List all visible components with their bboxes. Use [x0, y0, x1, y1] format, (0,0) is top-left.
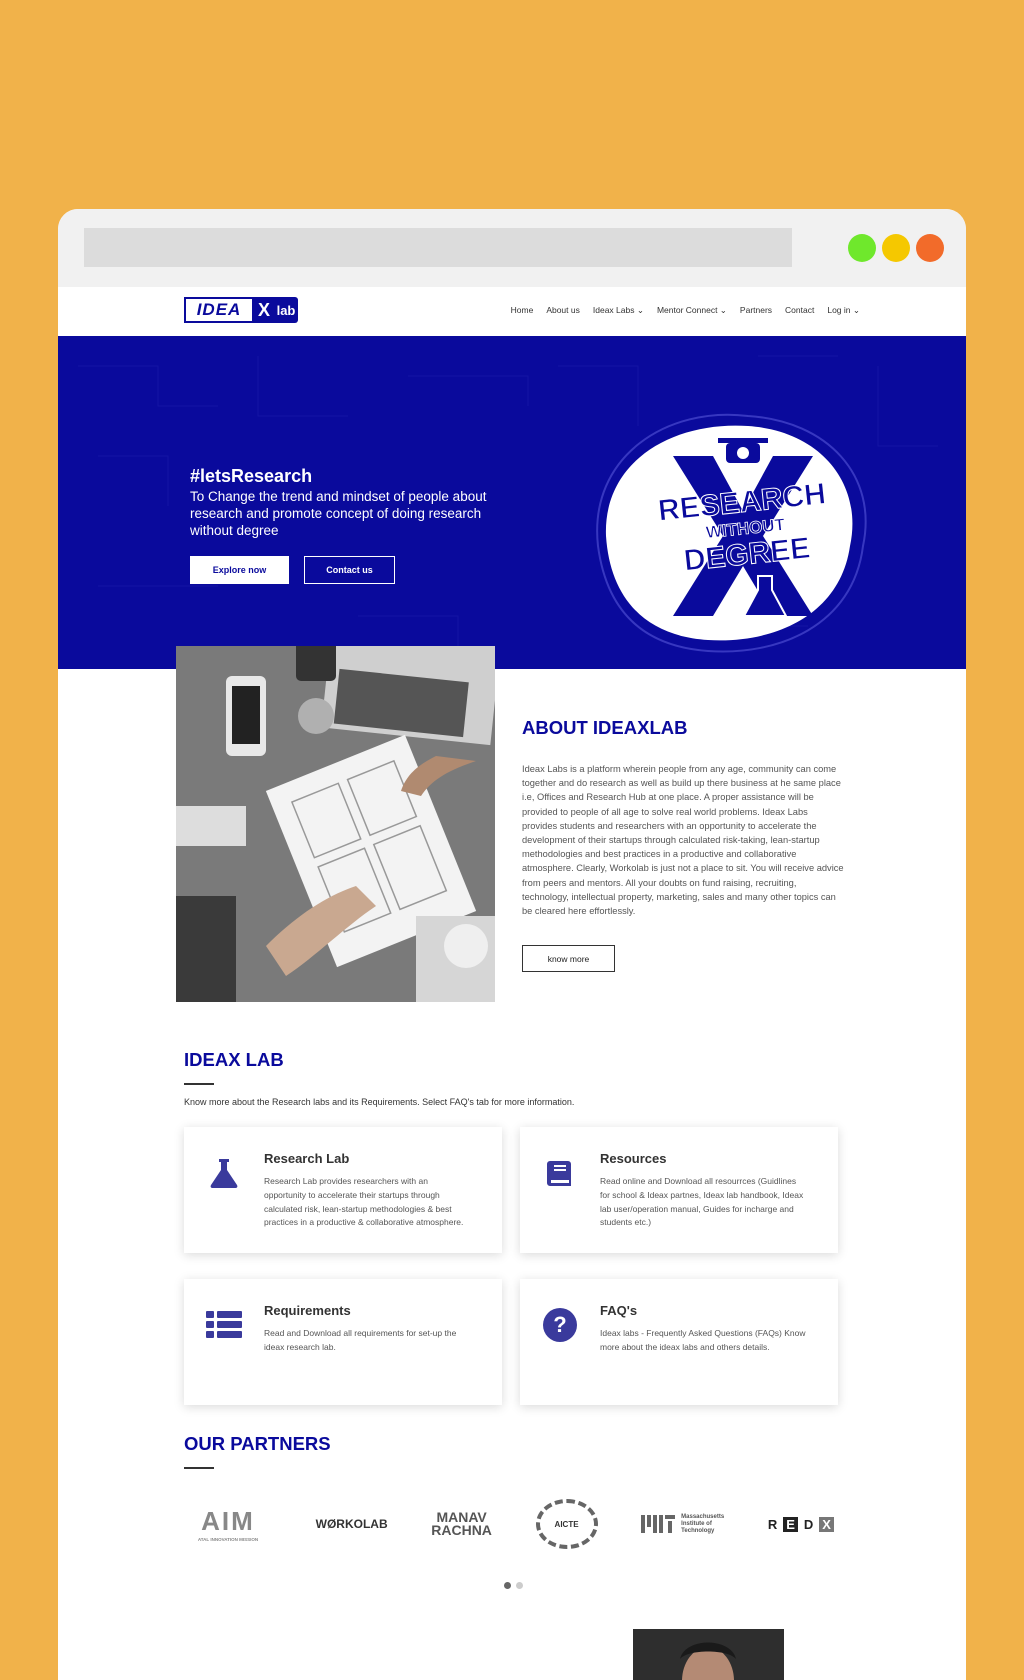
partner-aim-logo[interactable]: AIM ATAL INNOVATION MISSION — [184, 1506, 272, 1542]
card-resources[interactable]: Resources Read online and Download all r… — [520, 1127, 838, 1253]
list-icon — [206, 1311, 242, 1338]
site-navbar: IDEA X lab Home About us Ideax Labs ⌄ Me… — [58, 287, 966, 336]
ideax-lab-title: IDEAX LAB — [184, 1049, 284, 1070]
question-icon: ? — [543, 1308, 577, 1342]
partner-redx-logo[interactable]: R E D X — [768, 1516, 834, 1532]
mentor-photo — [633, 1629, 784, 1680]
partner-manav-rachna-logo[interactable]: MANAV RACHNA — [431, 1510, 492, 1537]
card-description: Read and Download all requirements for s… — [264, 1328, 457, 1352]
nav-home[interactable]: Home — [511, 305, 534, 316]
card-description: Ideax labs - Frequently Asked Questions … — [600, 1328, 806, 1352]
svg-text:?: ? — [553, 1312, 566, 1337]
nav-mentor-connect[interactable]: Mentor Connect ⌄ — [657, 305, 727, 316]
hero-banner: #letsResearch To Change the trend and mi… — [58, 336, 966, 669]
logo-lab: lab — [274, 297, 298, 323]
mit-mark-icon — [641, 1515, 676, 1533]
about-text: Ideax Labs is a platform wherein people … — [522, 764, 844, 917]
desk-photo-illustration — [176, 646, 495, 1002]
card-requirements[interactable]: Requirements Read and Download all requi… — [184, 1279, 502, 1405]
partners-divider — [184, 1467, 214, 1469]
nav-partners[interactable]: Partners — [740, 305, 772, 316]
research-badge: RESEARCH WITHOUT DEGREE — [596, 413, 867, 653]
about-title: ABOUT IDEAXLAB — [522, 717, 688, 738]
browser-chrome — [58, 209, 966, 287]
hero-hashtag: #letsResearch — [190, 466, 313, 486]
carousel-dot-active[interactable] — [504, 1582, 511, 1589]
nav-ideax-labs[interactable]: Ideax Labs ⌄ — [593, 305, 644, 316]
card-title: Research Lab — [264, 1151, 350, 1166]
explore-now-button[interactable]: Explore now — [190, 556, 289, 584]
nav-menu: Home About us Ideax Labs ⌄ Mentor Connec… — [511, 305, 860, 316]
card-title: Resources — [600, 1151, 667, 1166]
about-photo — [176, 646, 495, 1002]
ideax-logo[interactable]: IDEA X lab — [184, 297, 298, 323]
ideax-lab-description: Know more about the Research labs and it… — [184, 1097, 575, 1107]
flask-icon — [210, 1159, 238, 1188]
card-research-lab[interactable]: Research Lab Research Lab provides resea… — [184, 1127, 502, 1253]
card-title: FAQ's — [600, 1303, 638, 1318]
card-faqs[interactable]: ? FAQ's Ideax labs - Frequently Asked Qu… — [520, 1279, 838, 1405]
address-bar[interactable] — [84, 228, 792, 267]
window-minimize-dot[interactable] — [882, 234, 910, 262]
book-icon — [547, 1161, 571, 1186]
window-maximize-dot[interactable] — [848, 234, 876, 262]
partners-title: OUR PARTNERS — [184, 1433, 331, 1454]
contact-us-button[interactable]: Contact us — [304, 556, 395, 584]
card-description: Research Lab provides researchers with a… — [264, 1176, 464, 1228]
card-title: Requirements — [264, 1303, 351, 1318]
know-more-button[interactable]: know more — [522, 945, 615, 972]
card-description: Read online and Download all resourrces … — [600, 1176, 804, 1228]
partner-mit-logo[interactable]: Massachusetts Institute of Technology — [641, 1514, 724, 1535]
nav-about-us[interactable]: About us — [546, 305, 580, 316]
logo-x: X — [254, 297, 274, 323]
hero-subtitle: To Change the trend and mindset of peopl… — [190, 489, 487, 538]
ideax-lab-divider — [184, 1083, 214, 1085]
person-portrait — [633, 1629, 784, 1680]
partner-aicte-logo[interactable]: AICTE — [535, 1499, 598, 1549]
logo-idea: IDEA — [184, 297, 254, 323]
nav-login[interactable]: Log in ⌄ — [827, 305, 860, 316]
carousel-dot[interactable] — [516, 1582, 523, 1589]
window-close-dot[interactable] — [916, 234, 944, 262]
nav-contact[interactable]: Contact — [785, 305, 814, 316]
partners-logo-row: AIM ATAL INNOVATION MISSION WØRKOLAB MAN… — [184, 1499, 834, 1549]
browser-window: IDEA X lab Home About us Ideax Labs ⌄ Me… — [58, 209, 966, 1680]
partner-workolab-logo[interactable]: WØRKOLAB — [316, 1517, 388, 1531]
